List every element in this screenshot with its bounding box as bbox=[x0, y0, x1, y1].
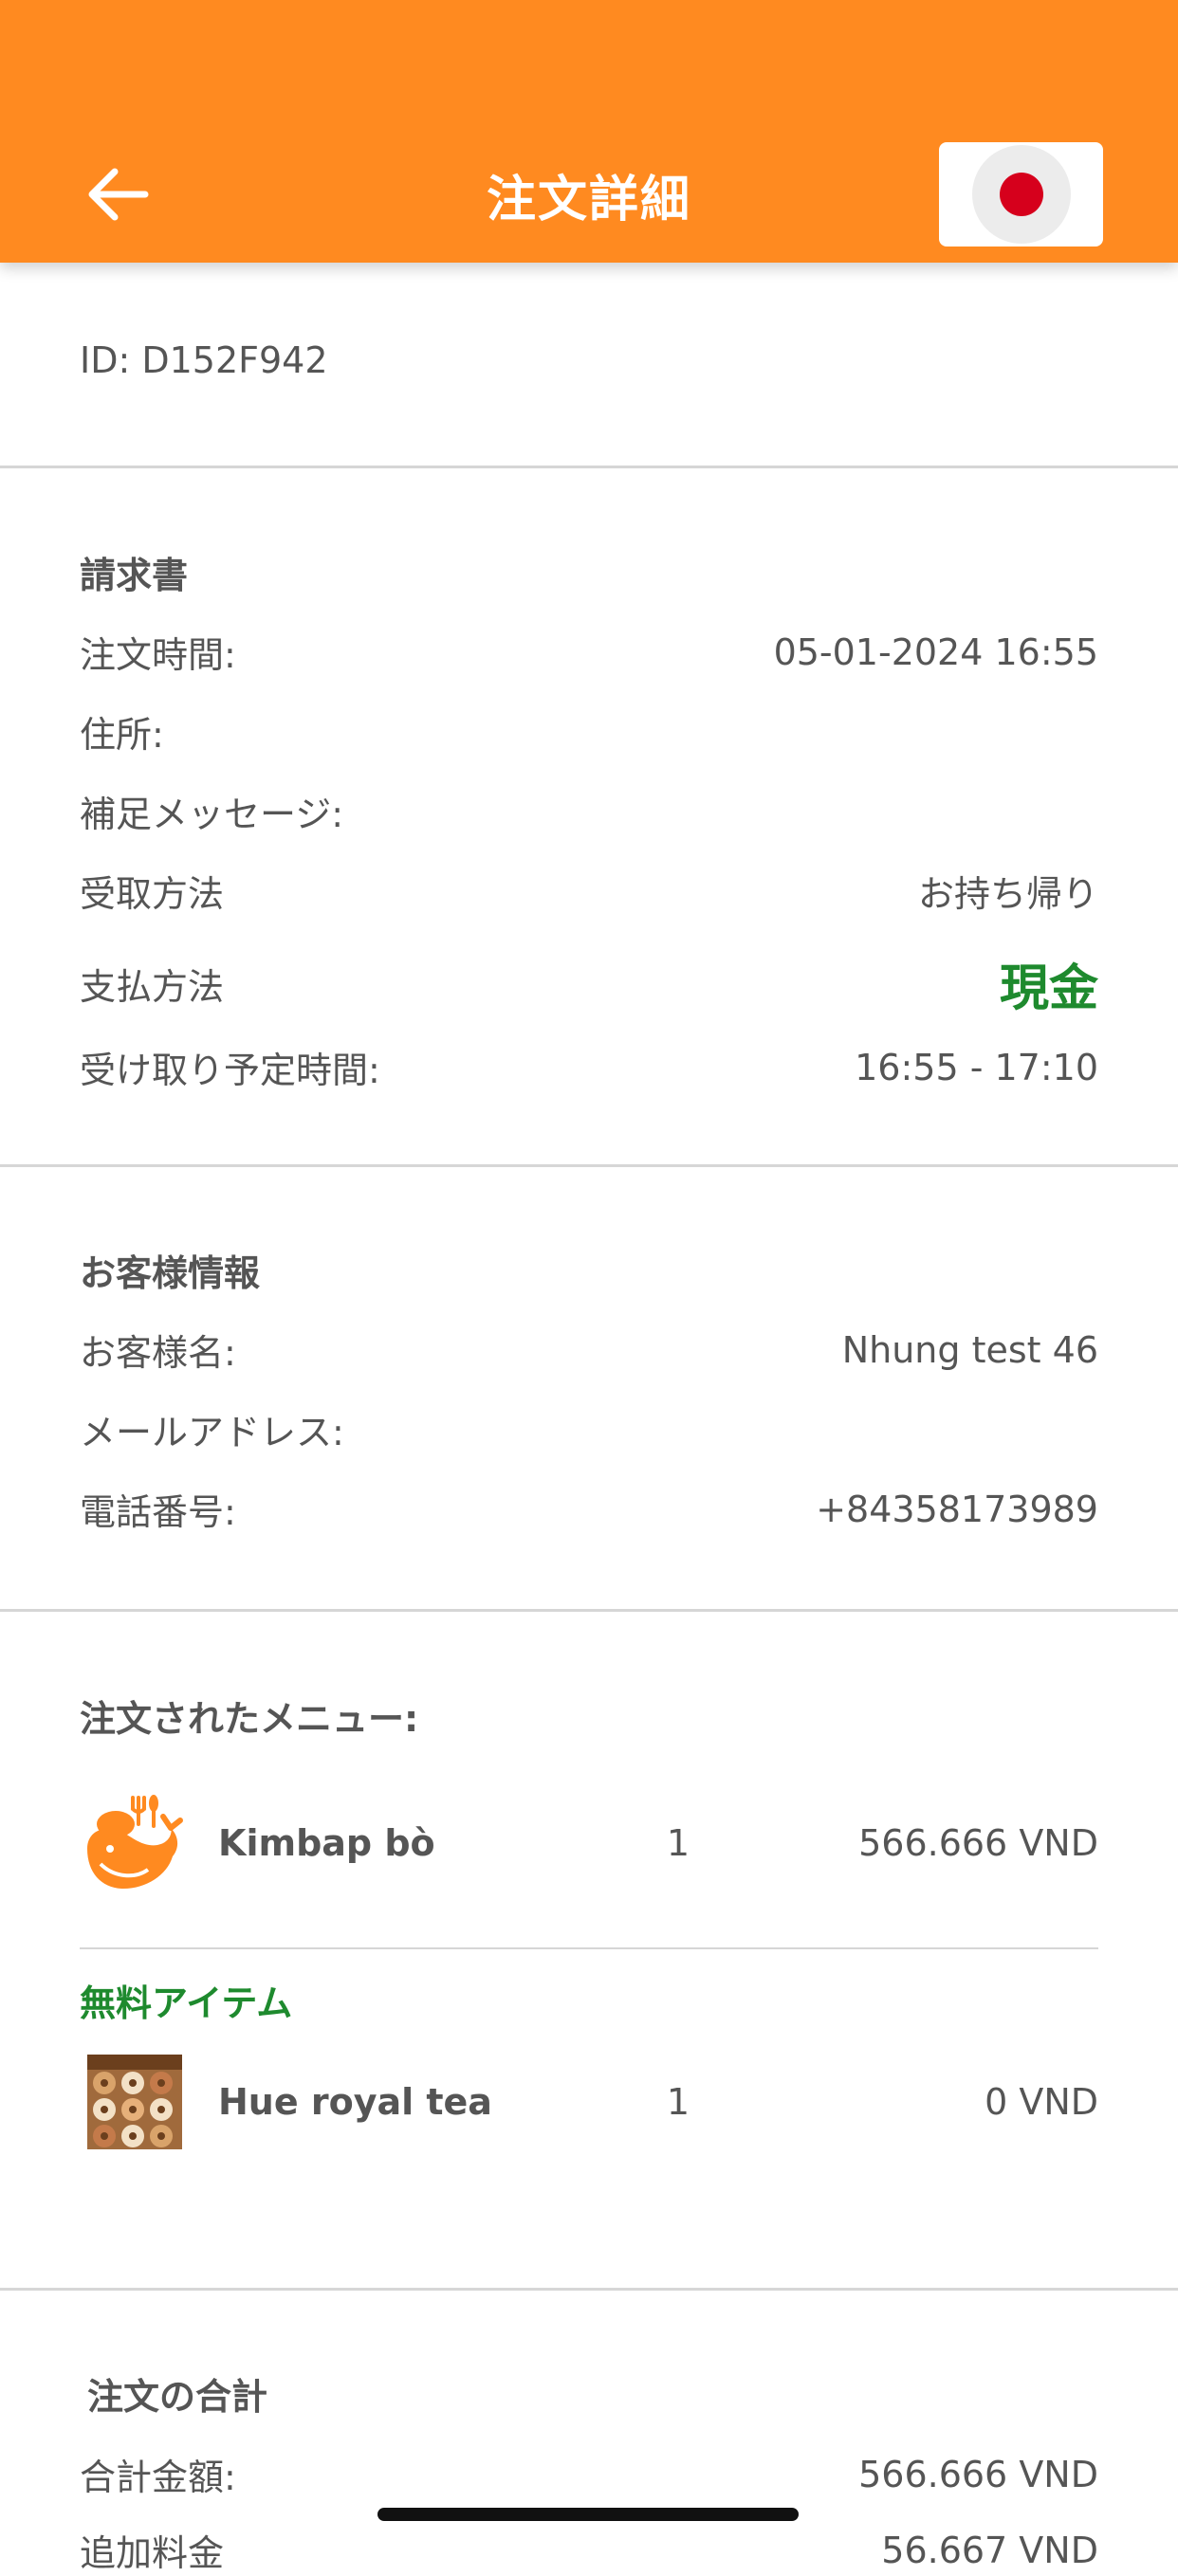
email-row: メールアドレス: bbox=[80, 1403, 1098, 1455]
receive-method-label: 受取方法 bbox=[80, 873, 225, 915]
customer-title: お客様情報 bbox=[80, 1252, 261, 1294]
note-row: 補足メッセージ: bbox=[80, 785, 1098, 837]
invoice-title: 請求書 bbox=[80, 555, 189, 596]
phone-label: 電話番号: bbox=[80, 1491, 236, 1533]
whale-logo-icon bbox=[80, 1788, 190, 1898]
customer-name-row: お客様名: Nhung test 46 bbox=[80, 1324, 1098, 1376]
divider bbox=[0, 2288, 1178, 2291]
summary-title: 注文の合計 bbox=[87, 2376, 268, 2418]
payment-method-row: 支払方法 現金 bbox=[80, 948, 1098, 1019]
pickup-time-value: 16:55 - 17:10 bbox=[855, 1046, 1098, 1088]
divider bbox=[0, 1164, 1178, 1167]
total-row: 合計金額: 566.666 VND bbox=[80, 2448, 1098, 2500]
pickup-time-label: 受け取り予定時間: bbox=[80, 1050, 380, 1091]
email-label: メールアドレス: bbox=[80, 1412, 344, 1453]
receive-method-value: お持ち帰り bbox=[917, 873, 1098, 915]
item-price: 566.666 VND bbox=[858, 1822, 1098, 1864]
divider bbox=[0, 466, 1178, 468]
list-item: Kimbap bò 1 566.666 VND bbox=[80, 1786, 1098, 1900]
item-qty: 1 bbox=[666, 2081, 690, 2123]
donut-photo-thumbnail bbox=[80, 2047, 190, 2157]
extra-fee-label: 追加料金 bbox=[80, 2532, 225, 2574]
address-row: 住所: bbox=[80, 705, 1098, 758]
total-label: 合計金額: bbox=[80, 2457, 236, 2498]
receive-method-row: 受取方法 お持ち帰り bbox=[80, 865, 1098, 917]
app-header: 注文詳細 bbox=[0, 0, 1178, 263]
japan-flag-icon bbox=[971, 145, 1071, 244]
item-name: Hue royal tea bbox=[218, 2081, 492, 2123]
payment-method-value: 現金 bbox=[999, 960, 1098, 1017]
phone-value: +84358173989 bbox=[816, 1488, 1098, 1530]
extra-fee-row: 追加料金 56.667 VND bbox=[80, 2524, 1098, 2576]
order-id-row: ID: D152F942 bbox=[80, 339, 1098, 381]
phone-row: 電話番号: +84358173989 bbox=[80, 1483, 1098, 1535]
payment-method-label: 支払方法 bbox=[80, 966, 225, 1008]
customer-name-value: Nhung test 46 bbox=[841, 1328, 1098, 1371]
divider bbox=[80, 1947, 1098, 1949]
order-time-value: 05-01-2024 16:55 bbox=[773, 630, 1098, 673]
order-time-label: 注文時間: bbox=[80, 634, 236, 676]
item-qty: 1 bbox=[666, 1822, 690, 1864]
item-price: 0 VND bbox=[985, 2081, 1098, 2123]
extra-fee-value: 56.667 VND bbox=[881, 2529, 1098, 2571]
pickup-time-row: 受け取り予定時間: 16:55 - 17:10 bbox=[80, 1041, 1098, 1093]
order-time-row: 注文時間: 05-01-2024 16:55 bbox=[80, 626, 1098, 678]
order-id: ID: D152F942 bbox=[80, 339, 328, 381]
item-name: Kimbap bò bbox=[218, 1822, 435, 1864]
customer-name-label: お客様名: bbox=[80, 1332, 236, 1374]
address-label: 住所: bbox=[80, 714, 164, 756]
list-item: Hue royal tea 1 0 VND bbox=[80, 2045, 1098, 2159]
language-button[interactable] bbox=[939, 142, 1103, 247]
divider bbox=[0, 1609, 1178, 1612]
home-indicator bbox=[377, 2508, 799, 2521]
note-label: 補足メッセージ: bbox=[80, 794, 344, 835]
free-items-title: 無料アイテム bbox=[80, 1982, 293, 2024]
menu-title: 注文されたメニュー: bbox=[80, 1698, 419, 1740]
total-value: 566.666 VND bbox=[858, 2453, 1098, 2495]
